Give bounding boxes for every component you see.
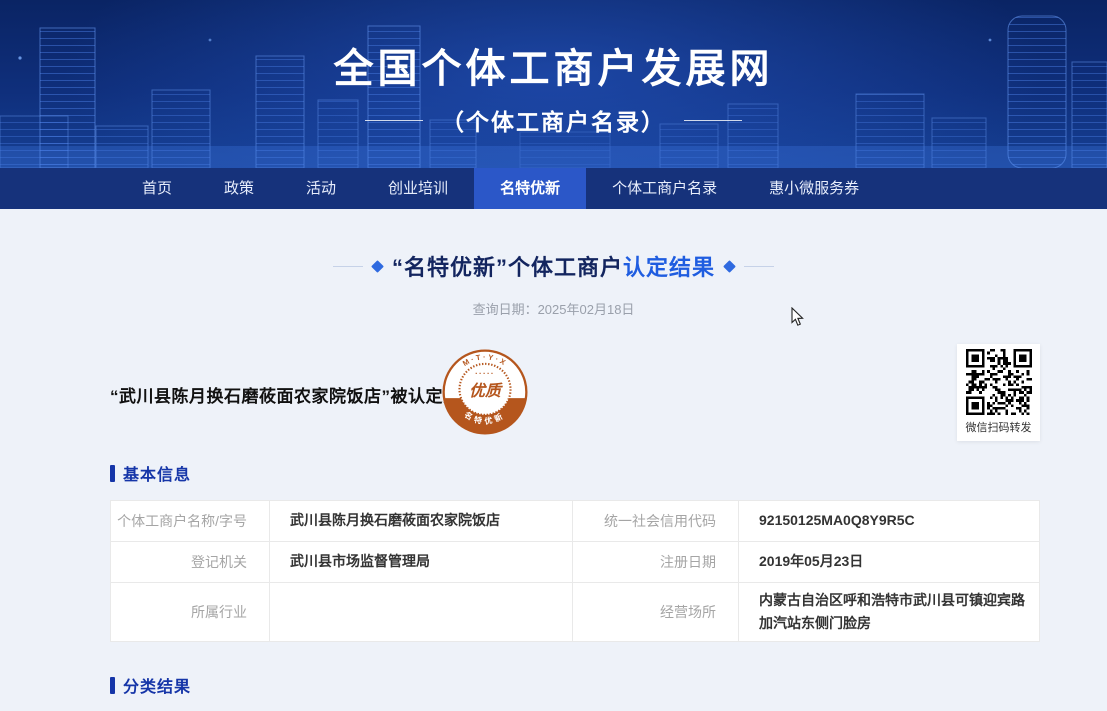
wechat-qr-panel: 微信扫码转发: [957, 344, 1040, 441]
diamond-icon: [371, 260, 384, 273]
nav-item-activity[interactable]: 活动: [280, 168, 362, 209]
seal-dots: ·····: [475, 369, 495, 378]
table-label: 所属行业: [111, 583, 270, 641]
classification-header: 分类结果: [110, 673, 191, 697]
table-label: 登记机关: [111, 542, 270, 583]
query-date-value: 2025年02月18日: [538, 302, 635, 317]
nav-item-training[interactable]: 创业培训: [362, 168, 474, 209]
basic-info-title: 基本信息: [123, 461, 191, 485]
basic-info-table: 个体工商户名称/字号 武川县陈月换石磨莜面农家院饭店 统一社会信用代码 9215…: [110, 500, 1040, 642]
table-value: 内蒙古自治区呼和浩特市武川县可镇迎宾路加汽站东侧门脸房: [739, 583, 1039, 641]
table-label: 注册日期: [573, 542, 739, 583]
result-title-highlight: 认定结果: [623, 255, 715, 280]
subtitle-left-line: [365, 120, 423, 121]
site-subtitle-row: （个体工商户名录）: [0, 103, 1107, 137]
nav-item-policy[interactable]: 政策: [198, 168, 280, 209]
certification-statement: “武川县陈月换石磨莜面农家院饭店”被认定为：: [110, 382, 478, 407]
section-bar-icon: [110, 465, 115, 482]
table-value: 92150125MA0Q8Y9R5C: [739, 501, 1039, 542]
title-left-line: [333, 266, 363, 267]
basic-info-header: 基本信息: [110, 461, 191, 485]
nav-item-home[interactable]: 首页: [116, 168, 198, 209]
quality-seal-icon: M·T·Y·X ····· 优质 名特优新: [441, 348, 529, 436]
nav-item-voucher[interactable]: 惠小微服务券: [743, 168, 885, 209]
section-bar-icon: [110, 677, 115, 694]
result-title: “名特优新”个体工商户认定结果: [392, 250, 715, 282]
main-nav: 首页 政策 活动 创业培训 名特优新 个体工商户名录 惠小微服务券: [0, 168, 1107, 209]
page: 全国个体工商户发展网 （个体工商户名录） 首页 政策 活动 创业培训 名特优新 …: [0, 0, 1107, 711]
classification-title: 分类结果: [123, 673, 191, 697]
table-label: 统一社会信用代码: [573, 501, 739, 542]
header-banner: 全国个体工商户发展网 （个体工商户名录）: [0, 0, 1107, 168]
table-value: 2019年05月23日: [739, 542, 1039, 583]
result-title-row: “名特优新”个体工商户认定结果: [0, 250, 1107, 282]
table-value: [270, 583, 573, 641]
table-label: 经营场所: [573, 583, 739, 641]
qr-code-icon: [966, 349, 1032, 415]
site-subtitle: （个体工商户名录）: [441, 103, 666, 137]
nav-item-directory[interactable]: 个体工商户名录: [586, 168, 743, 209]
seal-center-text: 优质: [469, 382, 503, 400]
subtitle-right-line: [684, 120, 742, 121]
table-value: 武川县陈月换石磨莜面农家院饭店: [270, 501, 573, 542]
title-right-line: [744, 266, 774, 267]
nav-item-mtyx[interactable]: 名特优新: [474, 168, 586, 209]
result-title-prefix: “名特优新”个体工商户: [392, 255, 623, 280]
qr-caption: 微信扫码转发: [966, 419, 1032, 435]
query-date-label: 查询日期：: [473, 302, 538, 317]
diamond-icon: [723, 260, 736, 273]
table-label: 个体工商户名称/字号: [111, 501, 270, 542]
query-date: 查询日期：2025年02月18日: [0, 299, 1107, 318]
site-title: 全国个体工商户发展网: [0, 36, 1107, 94]
table-value: 武川县市场监督管理局: [270, 542, 573, 583]
